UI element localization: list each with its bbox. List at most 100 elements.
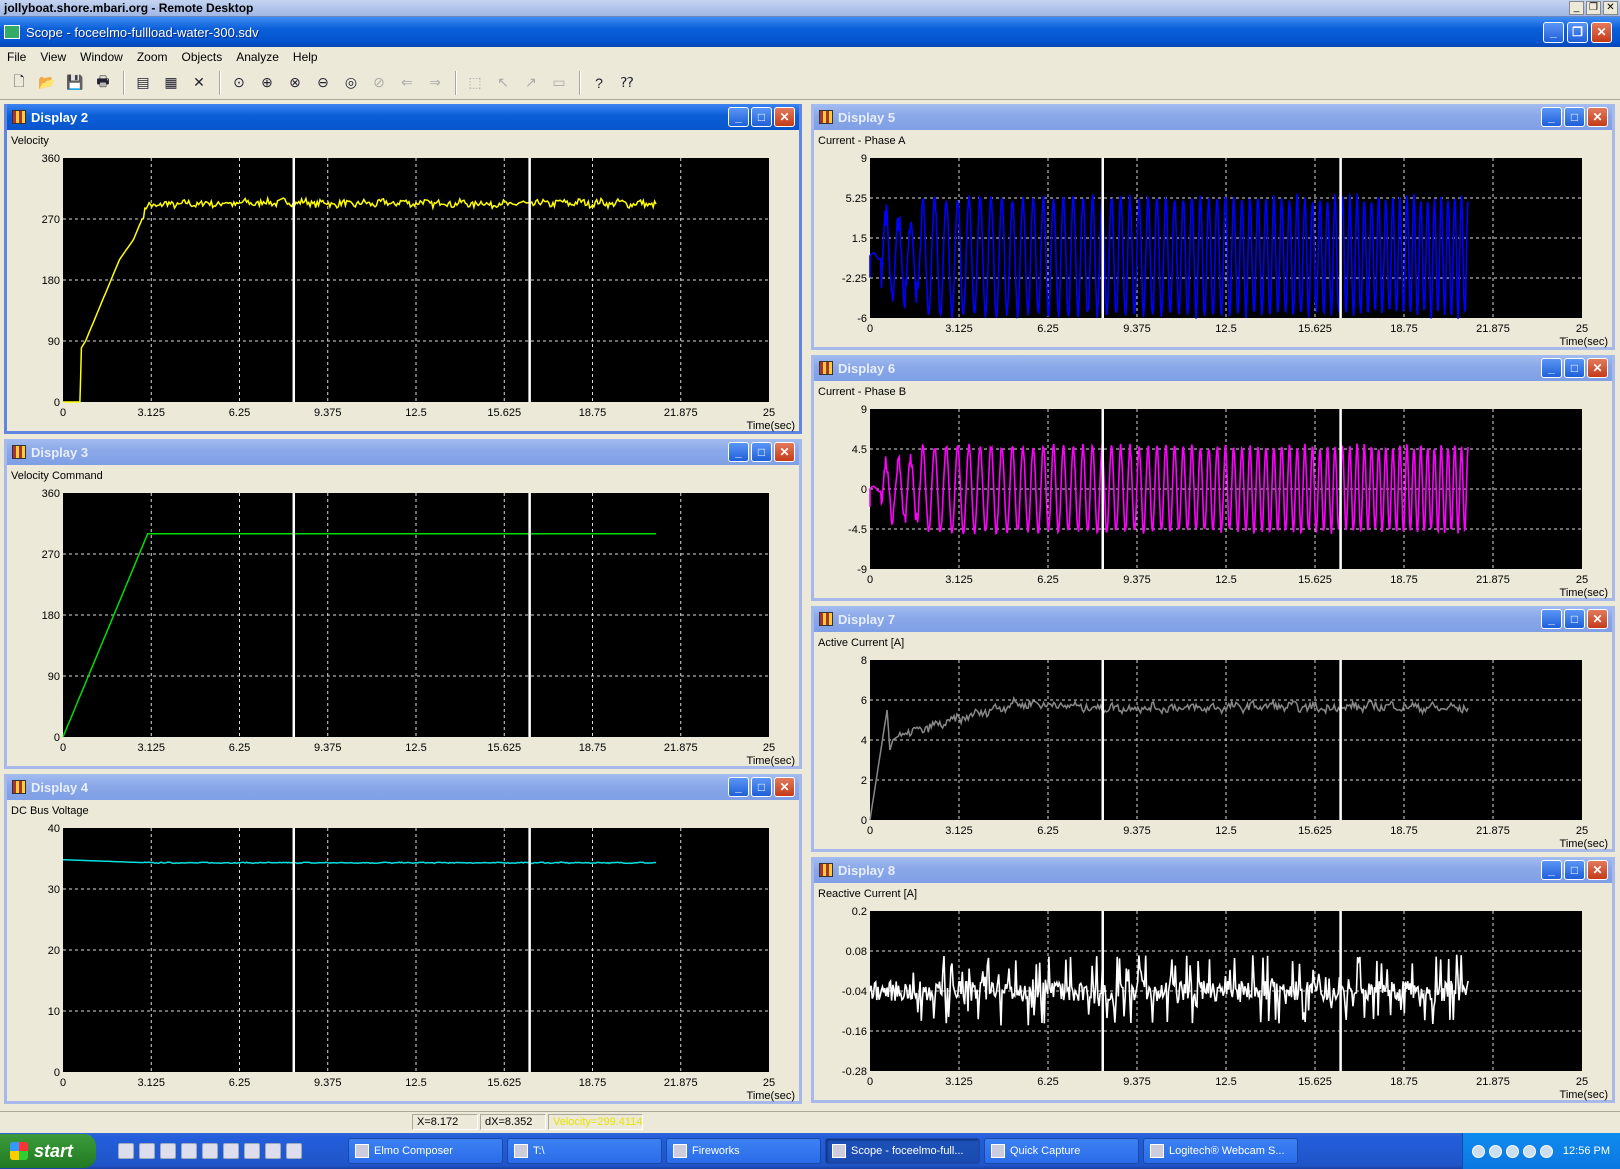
help-icon[interactable]: ? bbox=[586, 70, 612, 96]
rd-minimize-button[interactable]: _ bbox=[1569, 1, 1584, 15]
maximize-button[interactable]: □ bbox=[751, 107, 772, 127]
window-d6[interactable]: Display 6 _ □ ✕ Current - Phase B 0 3.125 6.25 9… bbox=[811, 355, 1615, 601]
outlook-icon[interactable] bbox=[223, 1143, 239, 1159]
zoom-fit-icon[interactable]: ⊙ bbox=[226, 70, 252, 96]
task-elmo-composer[interactable]: Elmo Composer bbox=[348, 1138, 503, 1164]
window-d7[interactable]: Display 7 _ □ ✕ Active Current [A] 0 3.125 6.25… bbox=[811, 606, 1615, 852]
task-quick-capture[interactable]: Quick Capture bbox=[984, 1138, 1139, 1164]
show-desktop-icon[interactable] bbox=[118, 1143, 134, 1159]
window-d8[interactable]: Display 8 _ □ ✕ Reactive Current [A] 0 3.125 6.… bbox=[811, 857, 1615, 1103]
menu-file[interactable]: File bbox=[7, 50, 26, 64]
close-button[interactable]: ✕ bbox=[1587, 860, 1608, 880]
ie-icon[interactable] bbox=[139, 1143, 155, 1159]
window-d5[interactable]: Display 5 _ □ ✕ Current - Phase A 0 3.125 6.25 9… bbox=[811, 104, 1615, 350]
notes-icon[interactable]: ▭ bbox=[546, 70, 572, 96]
maximize-button[interactable]: □ bbox=[1564, 860, 1585, 880]
pan-right-icon[interactable]: ⇒ bbox=[422, 70, 448, 96]
zoom-prev-icon[interactable]: ⊘ bbox=[366, 70, 392, 96]
maximize-button[interactable]: □ bbox=[1564, 609, 1585, 629]
minimize-button[interactable]: _ bbox=[728, 107, 749, 127]
menu-objects[interactable]: Objects bbox=[182, 50, 223, 64]
pan-left-icon[interactable]: ⇐ bbox=[394, 70, 420, 96]
app-restore-button[interactable]: ❐ bbox=[1567, 21, 1588, 43]
window-d2[interactable]: Display 2 _ □ ✕ Velocity 0 3.125 6.25 9.375 12.5 1… bbox=[4, 104, 802, 434]
save-icon[interactable]: 💾 bbox=[62, 70, 88, 96]
minimize-button[interactable]: _ bbox=[728, 442, 749, 462]
webcam-tray-icon[interactable] bbox=[1539, 1144, 1553, 1158]
maximize-button[interactable]: □ bbox=[1564, 358, 1585, 378]
close-button[interactable]: ✕ bbox=[774, 777, 795, 797]
security-icon[interactable] bbox=[1505, 1144, 1519, 1158]
context-help-icon[interactable]: ⁇ bbox=[614, 70, 640, 96]
minimize-button[interactable]: _ bbox=[1541, 860, 1562, 880]
menu-window[interactable]: Window bbox=[80, 50, 123, 64]
menu-view[interactable]: View bbox=[40, 50, 66, 64]
zoom-1-icon[interactable]: ◎ bbox=[338, 70, 364, 96]
zoom-out-icon[interactable]: ⊖ bbox=[310, 70, 336, 96]
refresh-icon[interactable] bbox=[286, 1143, 302, 1159]
window-titlebar[interactable]: Display 4 _ □ ✕ bbox=[7, 774, 799, 800]
menu-zoom[interactable]: Zoom bbox=[137, 50, 168, 64]
close-button[interactable]: ✕ bbox=[774, 107, 795, 127]
start-label: start bbox=[34, 1140, 74, 1161]
window-titlebar[interactable]: Display 8 _ □ ✕ bbox=[814, 857, 1612, 883]
window-titlebar[interactable]: Display 3 _ □ ✕ bbox=[7, 439, 799, 465]
window-titlebar[interactable]: Display 6 _ □ ✕ bbox=[814, 355, 1612, 381]
cursor1-icon[interactable]: ↖ bbox=[490, 70, 516, 96]
close-button[interactable]: ✕ bbox=[1587, 107, 1608, 127]
window-d4[interactable]: Display 4 _ □ ✕ DC Bus Voltage 0 3.125 6.25 9.37… bbox=[4, 774, 802, 1104]
maximize-button[interactable]: □ bbox=[1564, 107, 1585, 127]
maximize-button[interactable]: □ bbox=[751, 442, 772, 462]
close-button[interactable]: ✕ bbox=[774, 442, 795, 462]
chart-d8[interactable]: Reactive Current [A] 0 3.125 6.25 9.375 12.5 1… bbox=[814, 883, 1612, 1103]
maximize-button[interactable]: □ bbox=[751, 777, 772, 797]
menu-help[interactable]: Help bbox=[293, 50, 318, 64]
toolbar: 🗋 📂 💾 🖶 ▤ ▦ ✕ ⊙ ⊕ ⊗ ⊖ ◎ ⊘ ⇐ ⇒ ⬚ ↖ ↗ ▭ ? … bbox=[0, 66, 1620, 100]
properties-icon[interactable]: ▤ bbox=[130, 70, 156, 96]
cursor2-icon[interactable]: ↗ bbox=[518, 70, 544, 96]
chart-d4[interactable]: DC Bus Voltage 0 3.125 6.25 9.375 12.5 15.625 1… bbox=[7, 800, 799, 1104]
rd-restore-button[interactable]: ❐ bbox=[1586, 1, 1601, 15]
chart-d5[interactable]: Current - Phase A 0 3.125 6.25 9.375 12.5 15.6… bbox=[814, 130, 1612, 350]
bluetooth-icon[interactable] bbox=[1488, 1144, 1502, 1158]
window-d3[interactable]: Display 3 _ □ ✕ Velocity Command 0 3.125 6.25 9.… bbox=[4, 439, 802, 769]
volume-icon[interactable] bbox=[1522, 1144, 1536, 1158]
rd-close-button[interactable]: ✕ bbox=[1603, 1, 1618, 15]
window-titlebar[interactable]: Display 7 _ □ ✕ bbox=[814, 606, 1612, 632]
minimize-button[interactable]: _ bbox=[1541, 107, 1562, 127]
window-titlebar[interactable]: Display 2 _ □ ✕ bbox=[7, 104, 799, 130]
close-button[interactable]: ✕ bbox=[1587, 609, 1608, 629]
media-player-icon[interactable] bbox=[244, 1143, 260, 1159]
app-minimize-button[interactable]: _ bbox=[1543, 21, 1564, 43]
y-tick-label: 1.5 bbox=[852, 233, 867, 245]
start-button[interactable]: start bbox=[0, 1134, 96, 1168]
zoom-x-icon[interactable]: ⊗ bbox=[282, 70, 308, 96]
new-icon[interactable]: 🗋 bbox=[6, 70, 32, 96]
export-icon[interactable]: ▦ bbox=[158, 70, 184, 96]
task-t-drive[interactable]: T:\ bbox=[507, 1138, 662, 1164]
notepad-icon[interactable] bbox=[160, 1143, 176, 1159]
window-titlebar[interactable]: Display 5 _ □ ✕ bbox=[814, 104, 1612, 130]
menu-analyze[interactable]: Analyze bbox=[236, 50, 279, 64]
minimize-button[interactable]: _ bbox=[1541, 609, 1562, 629]
chart-d2[interactable]: Velocity 0 3.125 6.25 9.375 12.5 15.625 18.75 21… bbox=[7, 130, 799, 434]
delete-icon[interactable]: ✕ bbox=[186, 70, 212, 96]
chart-d3[interactable]: Velocity Command 0 3.125 6.25 9.375 12.5 15.62… bbox=[7, 465, 799, 769]
select-object-icon[interactable]: ⬚ bbox=[462, 70, 488, 96]
task-fireworks[interactable]: Fireworks bbox=[666, 1138, 821, 1164]
print-icon[interactable]: 🖶 bbox=[90, 70, 116, 96]
close-button[interactable]: ✕ bbox=[1587, 358, 1608, 378]
task-logitech-webcam[interactable]: Logitech® Webcam S... bbox=[1143, 1138, 1298, 1164]
open-icon[interactable]: 📂 bbox=[34, 70, 60, 96]
app-launch-icon[interactable] bbox=[265, 1143, 281, 1159]
chart-d7[interactable]: Active Current [A] 0 3.125 6.25 9.375 12.5 15.… bbox=[814, 632, 1612, 852]
folder-icon[interactable] bbox=[202, 1143, 218, 1159]
task-scope[interactable]: Scope - foceelmo-full... bbox=[825, 1138, 980, 1164]
chart-d6[interactable]: Current - Phase B 0 3.125 6.25 9.375 12.5 15.6… bbox=[814, 381, 1612, 601]
network-icon[interactable] bbox=[1471, 1144, 1485, 1158]
console-icon[interactable] bbox=[181, 1143, 197, 1159]
minimize-button[interactable]: _ bbox=[728, 777, 749, 797]
zoom-in-icon[interactable]: ⊕ bbox=[254, 70, 280, 96]
minimize-button[interactable]: _ bbox=[1541, 358, 1562, 378]
app-close-button[interactable]: ✕ bbox=[1591, 21, 1612, 43]
